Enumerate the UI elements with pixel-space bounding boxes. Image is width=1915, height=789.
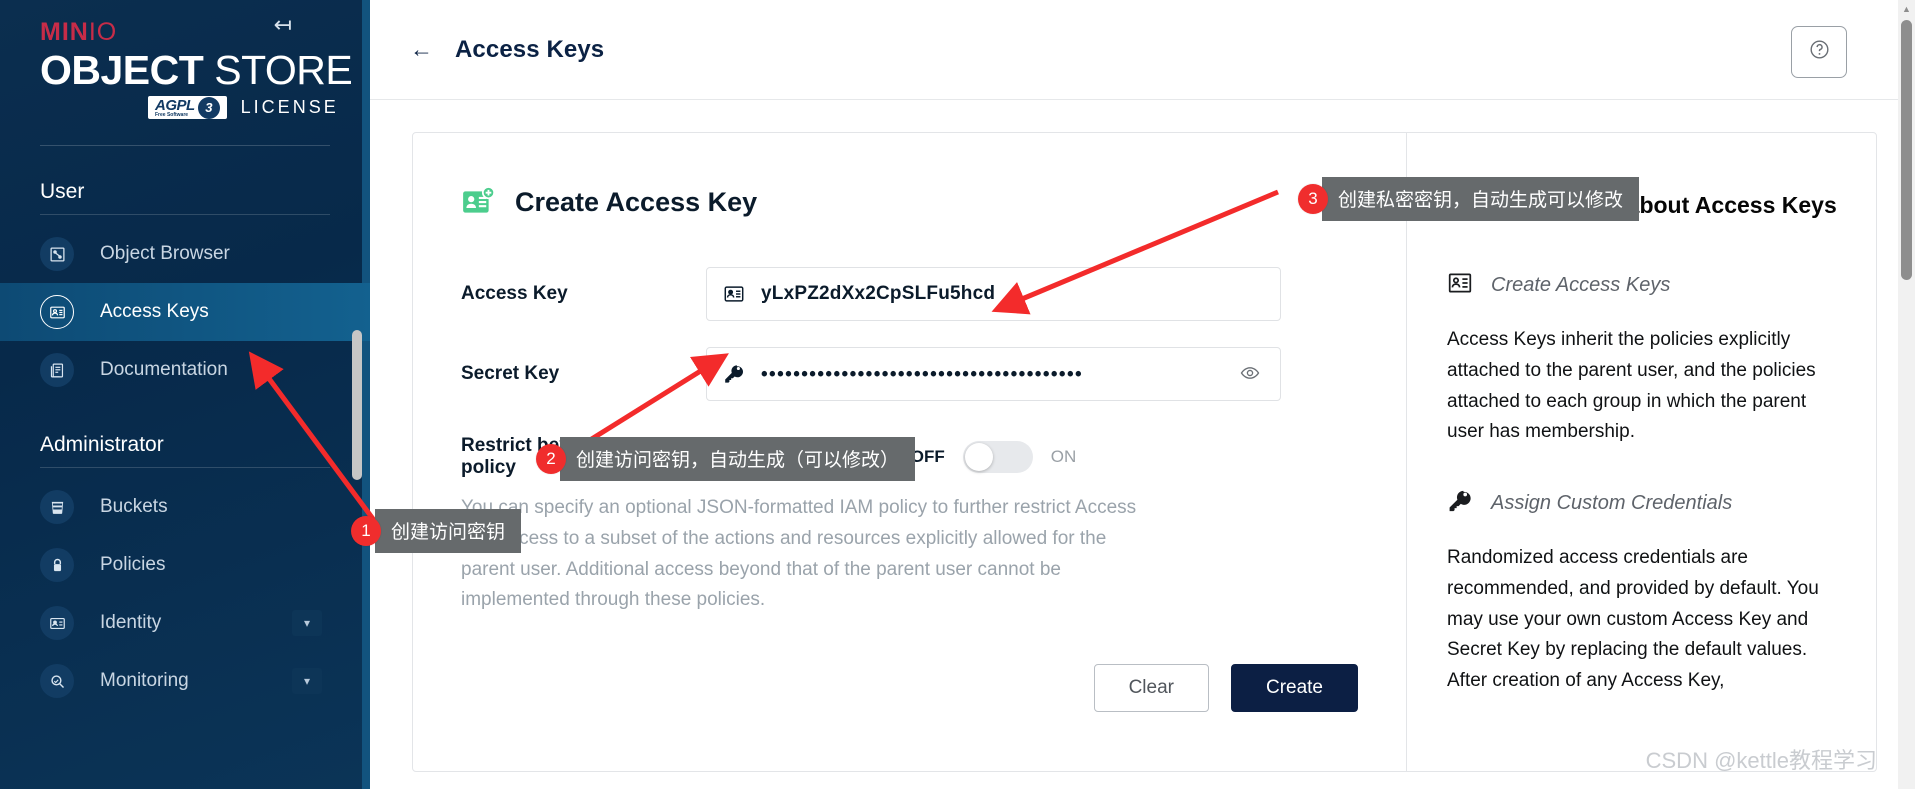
sidebar-item-buckets[interactable]: Buckets bbox=[0, 478, 370, 536]
agpl-badge: AGPL Free Software 3 bbox=[148, 96, 227, 120]
sidebar-item-label: Documentation bbox=[100, 359, 228, 381]
secret-key-row: Secret Key •••••••••••••••••••••••••••••… bbox=[461, 347, 1406, 401]
sidebar-item-access-keys[interactable]: Access Keys bbox=[0, 283, 370, 342]
documentation-icon bbox=[40, 353, 74, 388]
brand-license-row: AGPL Free Software 3 LICENSE bbox=[40, 96, 370, 120]
sidebar-item-monitoring[interactable]: Monitoring ▾ bbox=[0, 652, 370, 710]
sidebar-item-label: Buckets bbox=[100, 496, 168, 518]
key-icon bbox=[723, 363, 745, 385]
help-section-body: Access Keys inherit the policies explici… bbox=[1447, 329, 1816, 443]
sidebar-item-label: Identity bbox=[100, 612, 162, 634]
sidebar-item-label: Access Keys bbox=[100, 301, 209, 323]
sidebar-item-label: Monitoring bbox=[100, 670, 189, 692]
page-scrollbar[interactable]: ▲ bbox=[1898, 0, 1915, 789]
sidebar-group-user-rule bbox=[40, 214, 330, 216]
page-title: Access Keys bbox=[455, 35, 605, 63]
sidebar-item-label: Policies bbox=[100, 554, 166, 576]
access-key-label: Access Key bbox=[461, 283, 568, 304]
access-key-card-icon bbox=[723, 283, 745, 305]
agpl-text: AGPL bbox=[155, 96, 195, 114]
brand-store: STORE bbox=[214, 47, 353, 93]
agpl-subtext: Free Software bbox=[155, 112, 189, 119]
annotation-text: 创建私密密钥，自动生成可以修改 bbox=[1322, 177, 1640, 221]
main-content: ← Access Keys Create Access Key Access K… bbox=[370, 0, 1915, 789]
brand-logo: MINIO OBJECT STORE AGPL Free Software 3 … bbox=[0, 0, 370, 120]
bucket-icon bbox=[40, 490, 74, 525]
sidebar-item-documentation[interactable]: Documentation bbox=[0, 341, 370, 399]
annotation-text: 创建访问密钥 bbox=[375, 509, 522, 553]
restrict-policy-toggle[interactable] bbox=[962, 441, 1033, 473]
sidebar: ↤ MINIO OBJECT STORE AGPL Free Software … bbox=[0, 0, 370, 789]
create-access-key-icon bbox=[461, 185, 495, 219]
access-key-row: Access Key yLxPZ2dXx2CpSLFu5hcd bbox=[461, 267, 1406, 321]
brand-object: OBJECT bbox=[40, 47, 204, 93]
brand-io: IO bbox=[88, 18, 118, 46]
scroll-up-icon[interactable]: ▲ bbox=[1898, 0, 1915, 17]
brand-minio-text: MINIO bbox=[40, 20, 370, 45]
access-key-value: yLxPZ2dXx2CpSLFu5hcd bbox=[761, 283, 996, 304]
eye-icon bbox=[1240, 363, 1260, 388]
help-section-body: Randomized access credentials are recomm… bbox=[1447, 547, 1819, 692]
brand-objectstore-text: OBJECT STORE bbox=[40, 47, 370, 93]
annotation-badge: 3 bbox=[1298, 184, 1328, 214]
annotation-3: 3 创建私密密钥，自动生成可以修改 bbox=[1298, 177, 1640, 221]
help-button[interactable] bbox=[1791, 26, 1847, 78]
lock-icon bbox=[40, 548, 74, 583]
form-heading: Create Access Key bbox=[461, 185, 1406, 219]
learn-more-panel: Learn more about Access Keys Create Acce… bbox=[1406, 133, 1876, 771]
help-section-title: Assign Custom Credentials bbox=[1491, 492, 1733, 515]
sidebar-group-user-label: User bbox=[40, 180, 85, 204]
form-title: Create Access Key bbox=[515, 186, 758, 217]
sidebar-group-administrator-rule bbox=[40, 467, 330, 469]
content-area: Create Access Key Access Key yLxPZ2dXx2C… bbox=[370, 100, 1915, 772]
sidebar-item-object-browser[interactable]: Object Browser bbox=[0, 225, 370, 283]
form-actions: Clear Create bbox=[461, 664, 1406, 713]
sidebar-scrollbar[interactable] bbox=[352, 330, 362, 480]
help-section-title: Create Access Keys bbox=[1491, 274, 1671, 296]
agpl-label: AGPL Free Software bbox=[155, 96, 195, 119]
sidebar-item-identity[interactable]: Identity ▾ bbox=[0, 594, 370, 652]
agpl-version: 3 bbox=[197, 97, 220, 120]
secret-key-label: Secret Key bbox=[461, 363, 560, 384]
back-arrow-icon[interactable]: ← bbox=[410, 38, 433, 61]
annotation-text: 创建访问密钥，自动生成（可以修改） bbox=[560, 437, 916, 481]
key-icon bbox=[1447, 488, 1473, 519]
scrollbar-thumb[interactable] bbox=[1901, 20, 1912, 280]
page-header: ← Access Keys bbox=[370, 0, 1915, 100]
clear-button[interactable]: Clear bbox=[1093, 664, 1209, 713]
toggle-on-label: ON bbox=[1050, 447, 1077, 466]
object-browser-icon bbox=[40, 237, 74, 272]
access-key-card-icon bbox=[1447, 270, 1473, 301]
identity-card-icon bbox=[40, 606, 74, 641]
sidebar-item-policies[interactable]: Policies bbox=[0, 536, 370, 594]
toggle-knob bbox=[964, 443, 993, 471]
toggle-off-label: OFF bbox=[910, 447, 945, 466]
annotation-badge: 2 bbox=[536, 444, 566, 474]
help-section-heading-assign-custom-credentials: Assign Custom Credentials bbox=[1447, 488, 1840, 519]
restrict-policy-description: You can specify an optional JSON-formatt… bbox=[461, 497, 1137, 611]
sidebar-group-administrator-label: Administrator bbox=[40, 433, 164, 457]
annotation-badge: 1 bbox=[351, 516, 381, 546]
chevron-down-icon[interactable]: ▾ bbox=[292, 668, 322, 695]
watermark: CSDN @kettle教程学习 bbox=[1645, 748, 1877, 773]
help-section-heading-create-access-keys: Create Access Keys bbox=[1447, 270, 1840, 301]
secret-key-input[interactable]: •••••••••••••••••••••••••••••••••••••••• bbox=[706, 347, 1281, 401]
toggle-secret-visibility-button[interactable] bbox=[1230, 355, 1270, 395]
access-key-input[interactable]: yLxPZ2dXx2CpSLFu5hcd bbox=[706, 267, 1281, 321]
monitoring-search-icon bbox=[40, 664, 74, 699]
help-circle-icon bbox=[1809, 39, 1830, 65]
sidebar-item-label: Object Browser bbox=[100, 243, 230, 265]
annotation-1: 1 创建访问密钥 bbox=[351, 509, 522, 553]
access-keys-icon bbox=[40, 295, 74, 330]
create-button[interactable]: Create bbox=[1230, 664, 1358, 713]
secret-key-value: •••••••••••••••••••••••••••••••••••••••• bbox=[761, 364, 1084, 384]
license-label: LICENSE bbox=[240, 97, 339, 118]
chevron-down-icon[interactable]: ▾ bbox=[292, 610, 322, 637]
brand-min: MIN bbox=[40, 18, 89, 46]
annotation-2: 2 创建访问密钥，自动生成（可以修改） bbox=[536, 437, 916, 481]
